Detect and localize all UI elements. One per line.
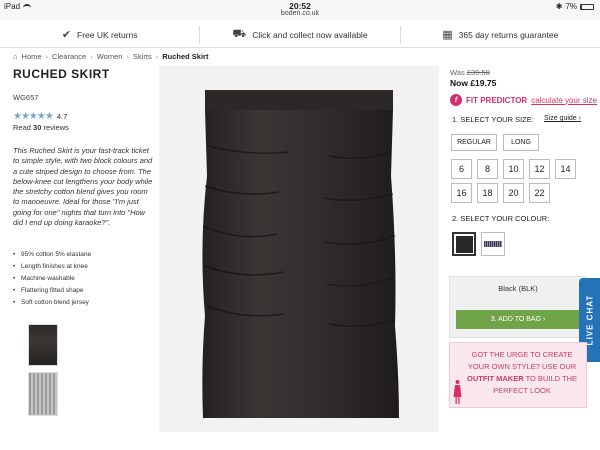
size-button[interactable]: 6 [451, 159, 472, 179]
size-guide-link[interactable]: Size guide › [544, 115, 581, 122]
selected-colour: Black (BLK) [498, 284, 538, 293]
battery-percent: 7% [565, 2, 577, 11]
now-value: £19.75 [470, 78, 497, 88]
outfit-maker-banner[interactable]: GOT THE URGE TO CREATE YOUR OWN STYLE? U… [449, 342, 587, 408]
breadcrumb-current: Ruched Skirt [162, 52, 209, 61]
colour-swatch-black[interactable] [452, 232, 476, 256]
length-regular-button[interactable]: REGULAR [451, 134, 497, 151]
rating[interactable]: ★★★★★ 4.7 [13, 111, 67, 122]
product-title: RUCHED SKIRT [13, 67, 110, 81]
address-url[interactable]: boden.co.uk [0, 10, 600, 17]
status-right: ✱ 7% [556, 2, 594, 11]
size-button[interactable]: 10 [503, 159, 524, 179]
outfit-line: PERFECT LOOK [493, 386, 551, 395]
chevron-right-icon: › [578, 115, 581, 122]
service-click-collect[interactable]: ⛟ Click and collect now available [200, 28, 399, 42]
thumbnail-grey-stripe[interactable] [28, 372, 58, 416]
now-price: Now £19.75 [450, 78, 496, 88]
skirt-illustration [202, 90, 399, 418]
reviews-prefix: Read [13, 123, 31, 132]
product-code: WG657 [13, 93, 39, 102]
add-to-bag-button[interactable]: 3. ADD TO BAG › [456, 310, 580, 329]
size-guide-label: Size guide [544, 115, 577, 122]
breadcrumb-clearance[interactable]: Clearance [52, 52, 86, 61]
buy-panel: Black (BLK) 3. ADD TO BAG › [449, 276, 587, 338]
outfit-line: GOT THE URGE TO CREATE [471, 350, 573, 359]
dress-figure-icon [453, 380, 462, 404]
feature-list: 95% cotton 5% elastane Length finishes a… [13, 249, 153, 309]
outfit-line: YOUR OWN STYLE? USE OUR [467, 362, 577, 371]
service-free-returns[interactable]: ✔ Free UK returns [0, 28, 199, 41]
calculate-size-link[interactable]: calculate your size [531, 96, 597, 105]
reviews-link[interactable]: Read 30 reviews [13, 123, 69, 132]
home-icon[interactable]: ⌂ [13, 52, 18, 61]
size-button[interactable]: 22 [529, 183, 550, 203]
service-label: Free UK returns [77, 29, 138, 40]
breadcrumb: ⌂ Home › Clearance › Women › Skirts › Ru… [13, 52, 208, 61]
outfit-line: OUTFIT MAKER TO BUILD THE [462, 373, 582, 385]
size-button[interactable]: 16 [451, 183, 472, 203]
was-label: Was [450, 68, 465, 77]
rating-value: 4.7 [56, 112, 68, 121]
live-chat-label: LIVE CHAT [585, 294, 594, 346]
size-button[interactable]: 18 [477, 183, 498, 203]
fit-predictor-label: FIT PREDICTOR [466, 95, 528, 105]
swatch-fill [455, 235, 473, 253]
length-long-button[interactable]: LONG [503, 134, 539, 151]
delivery-van-icon: ⛟ [232, 27, 247, 40]
feature-item: Soft cotton blend jersey [13, 297, 153, 309]
fit-predictor-icon: f [450, 94, 462, 106]
breadcrumb-women[interactable]: Women [97, 52, 123, 61]
service-label: Click and collect now available [252, 29, 368, 40]
colour-swatch-stripe[interactable] [481, 232, 505, 256]
thumbnail-black[interactable] [28, 324, 58, 366]
product-description: This Ruched Skirt is your fast-track tic… [13, 146, 153, 228]
breadcrumb-separator: › [90, 52, 93, 61]
breadcrumb-separator: › [126, 52, 129, 61]
tick-circle-icon: ✔ [61, 29, 72, 41]
product-image[interactable] [159, 66, 439, 432]
ios-status-bar: iPad 20:52 boden.co.uk ✱ 7% [0, 0, 600, 20]
size-button[interactable]: 14 [555, 159, 576, 179]
calendar-icon: ▦ [442, 29, 453, 41]
service-label: 365 day returns guarantee [458, 29, 559, 40]
breadcrumb-separator: › [155, 52, 159, 61]
outfit-line-tail: TO BUILD THE [525, 374, 578, 383]
size-heading: 1. SELECT YOUR SIZE: [452, 115, 534, 124]
now-label: Now [450, 78, 468, 88]
size-grid: 6 8 10 12 14 16 18 20 22 [451, 159, 576, 203]
battery-icon [580, 3, 594, 10]
breadcrumb-separator: › [45, 52, 49, 61]
was-value: £39.50 [466, 68, 490, 77]
star-rating-icon: ★★★★★ [13, 111, 54, 122]
reviews-suffix: reviews [43, 123, 69, 132]
feature-item: 95% cotton 5% elastane [13, 249, 153, 261]
breadcrumb-home[interactable]: Home [22, 52, 42, 61]
feature-item: Machine washable [13, 273, 153, 285]
service-returns-guarantee[interactable]: ▦ 365 day returns guarantee [401, 28, 600, 41]
outfit-maker-link[interactable]: OUTFIT MAKER [467, 374, 524, 383]
bluetooth-icon: ✱ [555, 2, 563, 11]
was-price: Was £39.50 [450, 68, 490, 77]
reviews-count: 30 [33, 123, 42, 132]
size-button[interactable]: 20 [503, 183, 524, 203]
colour-heading: 2. SELECT YOUR COLOUR: [452, 214, 550, 223]
size-button[interactable]: 12 [529, 159, 550, 179]
service-bar: ✔ Free UK returns ⛟ Click and collect no… [0, 22, 600, 48]
fit-predictor: f FIT PREDICTOR calculate your size [450, 94, 597, 106]
feature-item: Length finishes at knee [13, 261, 153, 273]
feature-item: Flattering fitted shape [13, 285, 153, 297]
breadcrumb-skirts[interactable]: Skirts [133, 52, 152, 61]
outfit-maker-text: GOT THE URGE TO CREATE YOUR OWN STYLE? U… [462, 349, 582, 397]
size-button[interactable]: 8 [477, 159, 498, 179]
swatch-fill [484, 241, 502, 247]
